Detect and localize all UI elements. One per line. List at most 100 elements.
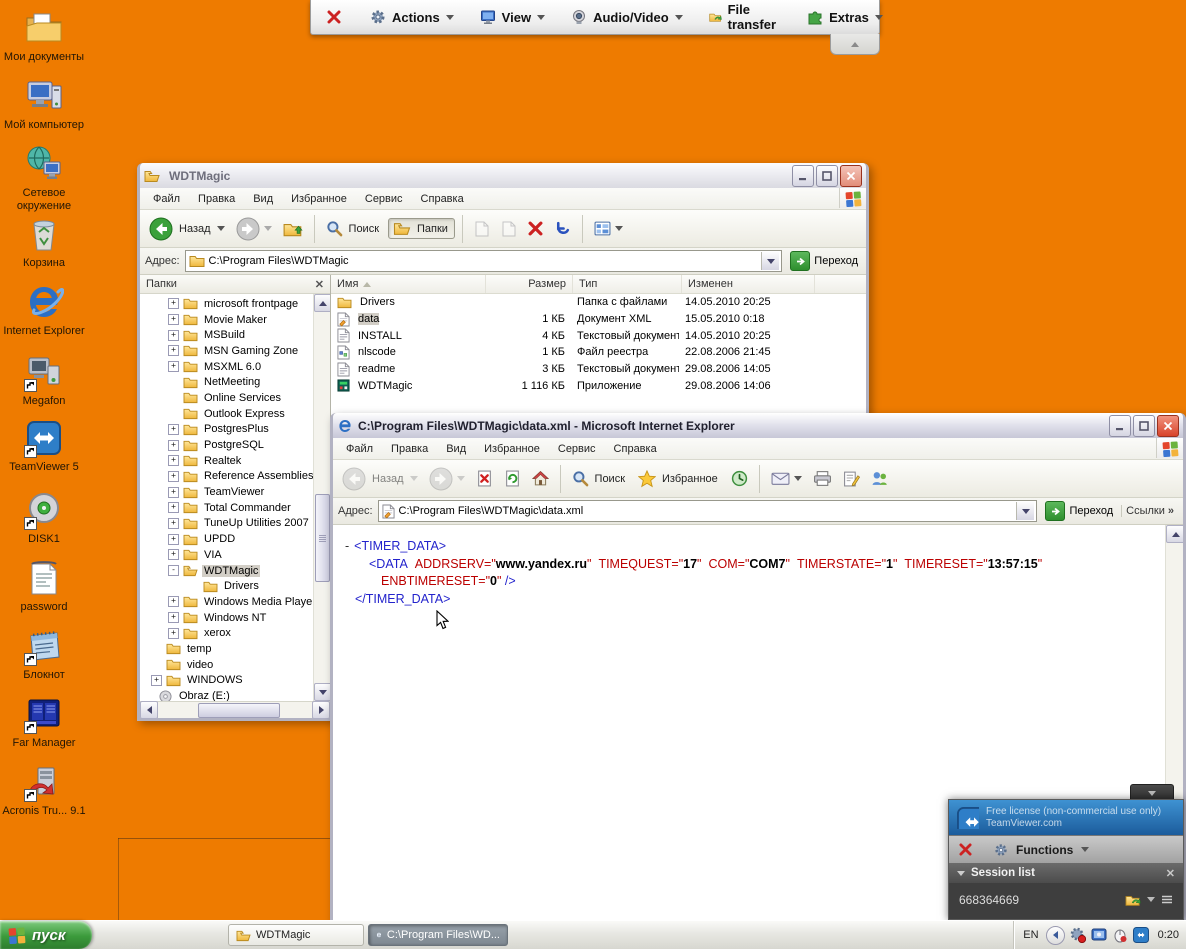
menu-file[interactable]: Файл	[337, 443, 382, 455]
functions-menu[interactable]: Functions	[1016, 843, 1073, 857]
tree-expander[interactable]: +	[168, 549, 179, 561]
menu-help[interactable]: Справка	[412, 193, 473, 205]
desktop-icon-teamviewer[interactable]: TeamViewer 5	[2, 418, 86, 474]
address-input[interactable]: C:\Program Files\WDTMagic	[184, 250, 783, 272]
maximize-button[interactable]	[816, 164, 838, 187]
tray-mouse-icon[interactable]	[1112, 927, 1128, 943]
desktop-icon-recycle-bin[interactable]: Корзина	[2, 214, 86, 270]
tree-item[interactable]: + PostgresPlus	[142, 422, 312, 438]
tree-expander[interactable]: +	[168, 502, 179, 514]
search-button[interactable]: Поиск	[322, 218, 385, 239]
desktop-icon-my-documents[interactable]: Мои документы	[2, 8, 86, 64]
menu-tools[interactable]: Сервис	[356, 193, 412, 205]
taskbar-button-ie[interactable]: C:\Program Files\WD...	[368, 924, 508, 946]
go-button[interactable]: Переход	[1042, 501, 1116, 521]
tree-expander[interactable]: +	[151, 674, 162, 686]
scrollbar-thumb[interactable]	[315, 494, 330, 582]
menu-view[interactable]: Вид	[437, 443, 475, 455]
tree-item[interactable]: + WINDOWS	[142, 673, 312, 689]
clock[interactable]: 0:20	[1154, 929, 1179, 941]
delete-button[interactable]	[524, 219, 547, 238]
home-button[interactable]	[528, 468, 553, 489]
tv-extras-menu[interactable]: Extras	[794, 0, 896, 34]
up-button[interactable]	[279, 218, 307, 240]
tray-display-icon[interactable]	[1091, 927, 1107, 943]
file-transfer-icon[interactable]	[1125, 893, 1141, 907]
scroll-down-button[interactable]	[314, 683, 330, 701]
menu-favorites[interactable]: Избранное	[282, 193, 356, 205]
column-type[interactable]: Тип	[573, 275, 682, 293]
tree-item[interactable]: + Windows NT	[142, 610, 312, 626]
tree-expander[interactable]: +	[168, 470, 179, 482]
tree-scrollbar-vertical[interactable]	[313, 294, 330, 701]
tree-expander[interactable]: +	[168, 486, 179, 498]
license-link[interactable]: TeamViewer.com	[986, 818, 1161, 830]
menu-list-icon[interactable]	[1161, 895, 1173, 905]
messenger-button[interactable]	[867, 468, 892, 489]
menu-edit[interactable]: Правка	[189, 193, 244, 205]
file-row-selected[interactable]: data 1 КБ Документ XML 15.05.2010 0:18	[331, 311, 866, 328]
minimize-button[interactable]	[1109, 414, 1131, 437]
desktop-icon-internet-explorer[interactable]: Internet Explorer	[2, 282, 86, 338]
desktop-icon-my-computer[interactable]: Мой компьютер	[2, 76, 86, 132]
menu-file[interactable]: Файл	[144, 193, 189, 205]
tree-item[interactable]: + PostgreSQL	[142, 437, 312, 453]
scroll-up-button[interactable]	[314, 294, 330, 312]
desktop-icon-password[interactable]: password	[2, 558, 86, 614]
file-row[interactable]: readme 3 КБ Текстовый документ 29.08.200…	[331, 361, 866, 378]
go-button[interactable]: Переход	[787, 251, 861, 271]
tray-teamviewer-icon[interactable]	[1133, 927, 1149, 943]
explorer-titlebar[interactable]: WDTMagic	[140, 163, 866, 188]
scroll-left-button[interactable]	[140, 701, 158, 719]
desktop-icon-acronis[interactable]: Acronis Tru... 9.1	[2, 762, 86, 818]
xml-collapse-marker[interactable]: -	[345, 539, 349, 553]
tree-expander[interactable]: +	[168, 314, 179, 326]
desktop-icon-network[interactable]: Сетевое окружение	[2, 144, 86, 213]
tree-item[interactable]: + TeamViewer	[142, 484, 312, 500]
links-bar[interactable]: Ссылки	[1121, 505, 1178, 517]
file-row[interactable]: WDTMagic 1 116 КБ Приложение 29.08.2006 …	[331, 377, 866, 394]
session-list-header[interactable]: Session list ✕	[949, 863, 1183, 883]
close-icon[interactable]: ✕	[1166, 867, 1175, 880]
close-icon[interactable]	[959, 843, 972, 856]
tray-settings-icon[interactable]	[1070, 927, 1086, 943]
tree-item[interactable]: + xerox	[142, 625, 312, 641]
column-name[interactable]: Имя	[331, 275, 486, 293]
taskbar-button-explorer[interactable]: WDTMagic	[228, 924, 364, 946]
tree-expander[interactable]: +	[168, 612, 179, 624]
file-row[interactable]: nlscode 1 КБ Файл реестра 22.08.2006 21:…	[331, 344, 866, 361]
print-button[interactable]	[809, 468, 836, 489]
tree-item[interactable]: + TuneUp Utilities 2007	[142, 516, 312, 532]
language-indicator[interactable]: EN	[1021, 929, 1040, 941]
tree-item[interactable]: + Windows Media Player	[142, 594, 316, 610]
tv-toolbar-collapse-tab[interactable]	[830, 34, 880, 55]
tree-item[interactable]: + Total Commander	[142, 500, 312, 516]
start-button[interactable]: пуск	[0, 921, 92, 949]
address-dropdown-button[interactable]	[1016, 502, 1035, 520]
move-to-button[interactable]	[470, 219, 494, 239]
copy-to-button[interactable]	[497, 219, 521, 239]
column-modified[interactable]: Изменен	[682, 275, 815, 293]
ie-titlebar[interactable]: C:\Program Files\WDTMagic\data.xml - Mic…	[333, 413, 1183, 438]
tree-expander[interactable]: +	[168, 533, 179, 545]
tree-scrollbar-horizontal[interactable]	[140, 701, 330, 719]
menu-favorites[interactable]: Избранное	[475, 443, 549, 455]
folders-button[interactable]: Папки	[388, 218, 455, 239]
tree-expander[interactable]: +	[168, 596, 179, 608]
tree-item[interactable]: Drivers	[142, 578, 312, 594]
tree-item[interactable]: + MSXML 6.0	[142, 359, 312, 375]
tree-expander[interactable]: +	[168, 455, 179, 467]
tree-item[interactable]: + UPDD	[142, 531, 312, 547]
tree-expander[interactable]: -	[168, 565, 179, 577]
undo-button[interactable]	[550, 218, 575, 239]
tree-item-selected[interactable]: - WDTMagic	[142, 563, 312, 579]
maximize-button[interactable]	[1133, 414, 1155, 437]
tree-item[interactable]: + VIA	[142, 547, 312, 563]
file-row[interactable]: Drivers Папка с файлами 14.05.2010 20:25	[331, 294, 866, 311]
close-pane-button[interactable]: ✕	[315, 278, 324, 291]
menu-help[interactable]: Справка	[605, 443, 666, 455]
forward-button[interactable]	[425, 465, 469, 493]
tv-file-transfer-button[interactable]: File transfer	[696, 0, 794, 34]
file-row[interactable]: INSTALL 4 КБ Текстовый документ 14.05.20…	[331, 327, 866, 344]
menu-view[interactable]: Вид	[244, 193, 282, 205]
